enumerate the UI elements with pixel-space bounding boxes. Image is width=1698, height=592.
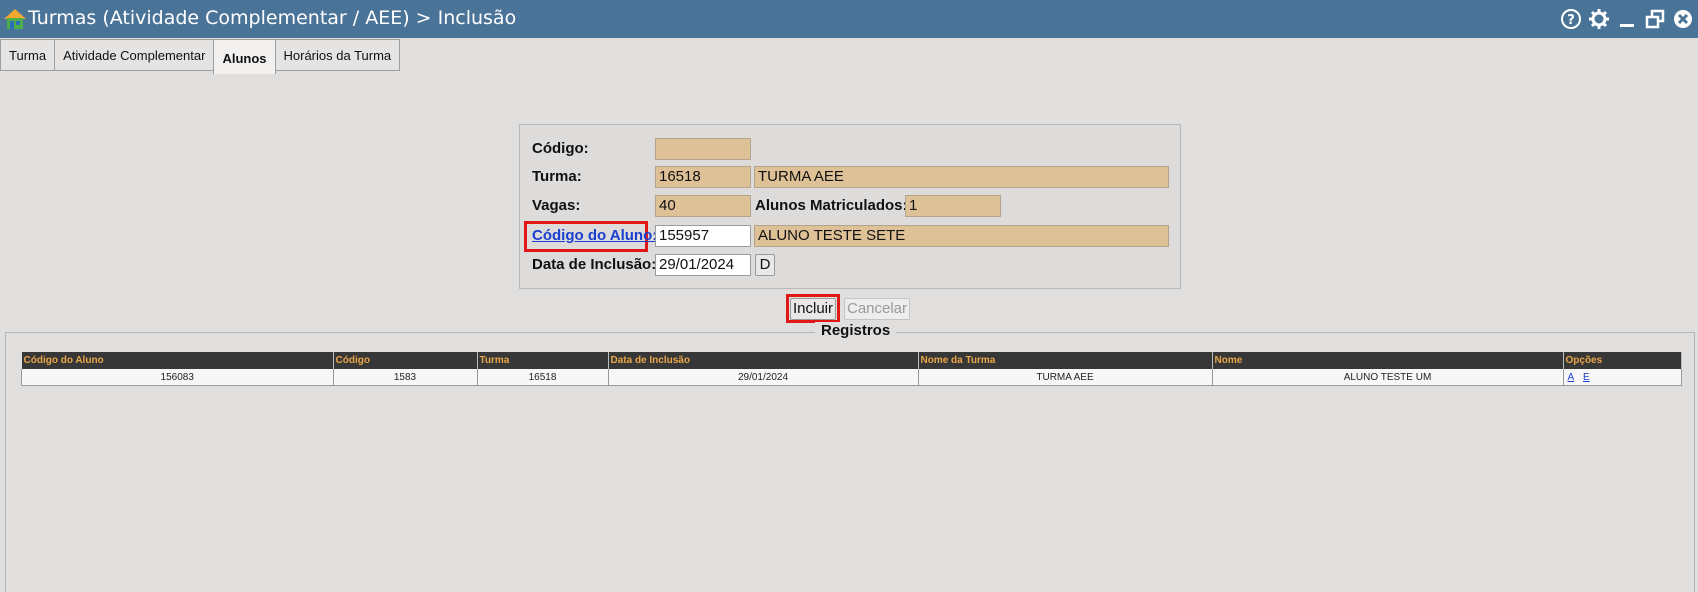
close-icon[interactable] [1672,8,1694,30]
tab-turma[interactable]: Turma [0,39,56,71]
help-icon[interactable]: ? [1560,8,1582,30]
col-nome[interactable]: Nome [1212,352,1564,369]
data-inclusao-label: Data de Inclusão: [532,256,657,273]
cell-codigo: 1583 [332,369,478,386]
cell-codigo-aluno: 156083 [21,369,334,386]
cell-nome-turma: TURMA AEE [917,369,1213,386]
turma-name-field: TURMA AEE [754,166,1169,188]
data-inclusao-input[interactable]: 29/01/2024 [655,254,751,276]
registros-legend: Registros [815,322,897,339]
registros-table: Código do Aluno Código Turma Data de Inc… [21,352,1682,386]
codigo-label: Código: [532,140,589,157]
col-codigo-aluno[interactable]: Código do Aluno [21,352,334,369]
tab-alunos[interactable]: Alunos [213,39,276,74]
col-nome-turma[interactable]: Nome da Turma [918,352,1213,369]
turma-label: Turma: [532,168,582,185]
vagas-label: Vagas: [532,197,581,214]
codigo-aluno-input[interactable]: 155957 [655,225,751,247]
cell-data-inclusao: 29/01/2024 [607,369,919,386]
col-turma[interactable]: Turma [477,352,609,369]
date-picker-button[interactable]: D [755,254,775,276]
app-home-icon [2,6,28,32]
col-opcoes[interactable]: Opções [1563,352,1682,369]
col-codigo[interactable]: Código [333,352,478,369]
codigo-aluno-link[interactable]: Código do Aluno: [532,227,657,244]
svg-text:?: ? [1567,13,1575,28]
cell-opcoes: A E [1562,369,1682,386]
alterar-link[interactable]: A [1568,372,1575,383]
codigo-field [655,138,751,160]
col-data-inclusao[interactable]: Data de Inclusão [608,352,919,369]
excluir-link[interactable]: E [1583,372,1590,383]
table-header-row: Código do Aluno Código Turma Data de Inc… [21,352,1682,369]
alunos-matriculados-label: Alunos Matriculados: [755,197,908,214]
title-bar: Turmas (Atividade Complementar / AEE) > … [0,0,1698,38]
cell-nome: ALUNO TESTE UM [1211,369,1564,386]
turma-code-field: 16518 [655,166,751,188]
form-panel: Código: Turma: 16518 TURMA AEE Vagas: 40… [519,124,1181,289]
tab-horarios-da-turma[interactable]: Horários da Turma [274,39,401,71]
minimize-icon[interactable] [1616,8,1638,30]
vagas-field: 40 [655,195,751,217]
tab-atividade-complementar[interactable]: Atividade Complementar [54,39,215,71]
gear-icon[interactable] [1588,8,1610,30]
restore-icon[interactable] [1644,8,1666,30]
aluno-name-field: ALUNO TESTE SETE [754,225,1169,247]
window-title: Turmas (Atividade Complementar / AEE) > … [28,7,517,29]
alunos-matriculados-field: 1 [905,195,1001,217]
cell-turma: 16518 [476,369,609,386]
table-row: 156083 1583 16518 29/01/2024 TURMA AEE A… [21,369,1682,386]
incluir-button[interactable]: Incluir [790,298,836,320]
tab-bar: Turma Atividade Complementar Alunos Horá… [0,39,401,74]
cancelar-button[interactable]: Cancelar [844,298,910,320]
